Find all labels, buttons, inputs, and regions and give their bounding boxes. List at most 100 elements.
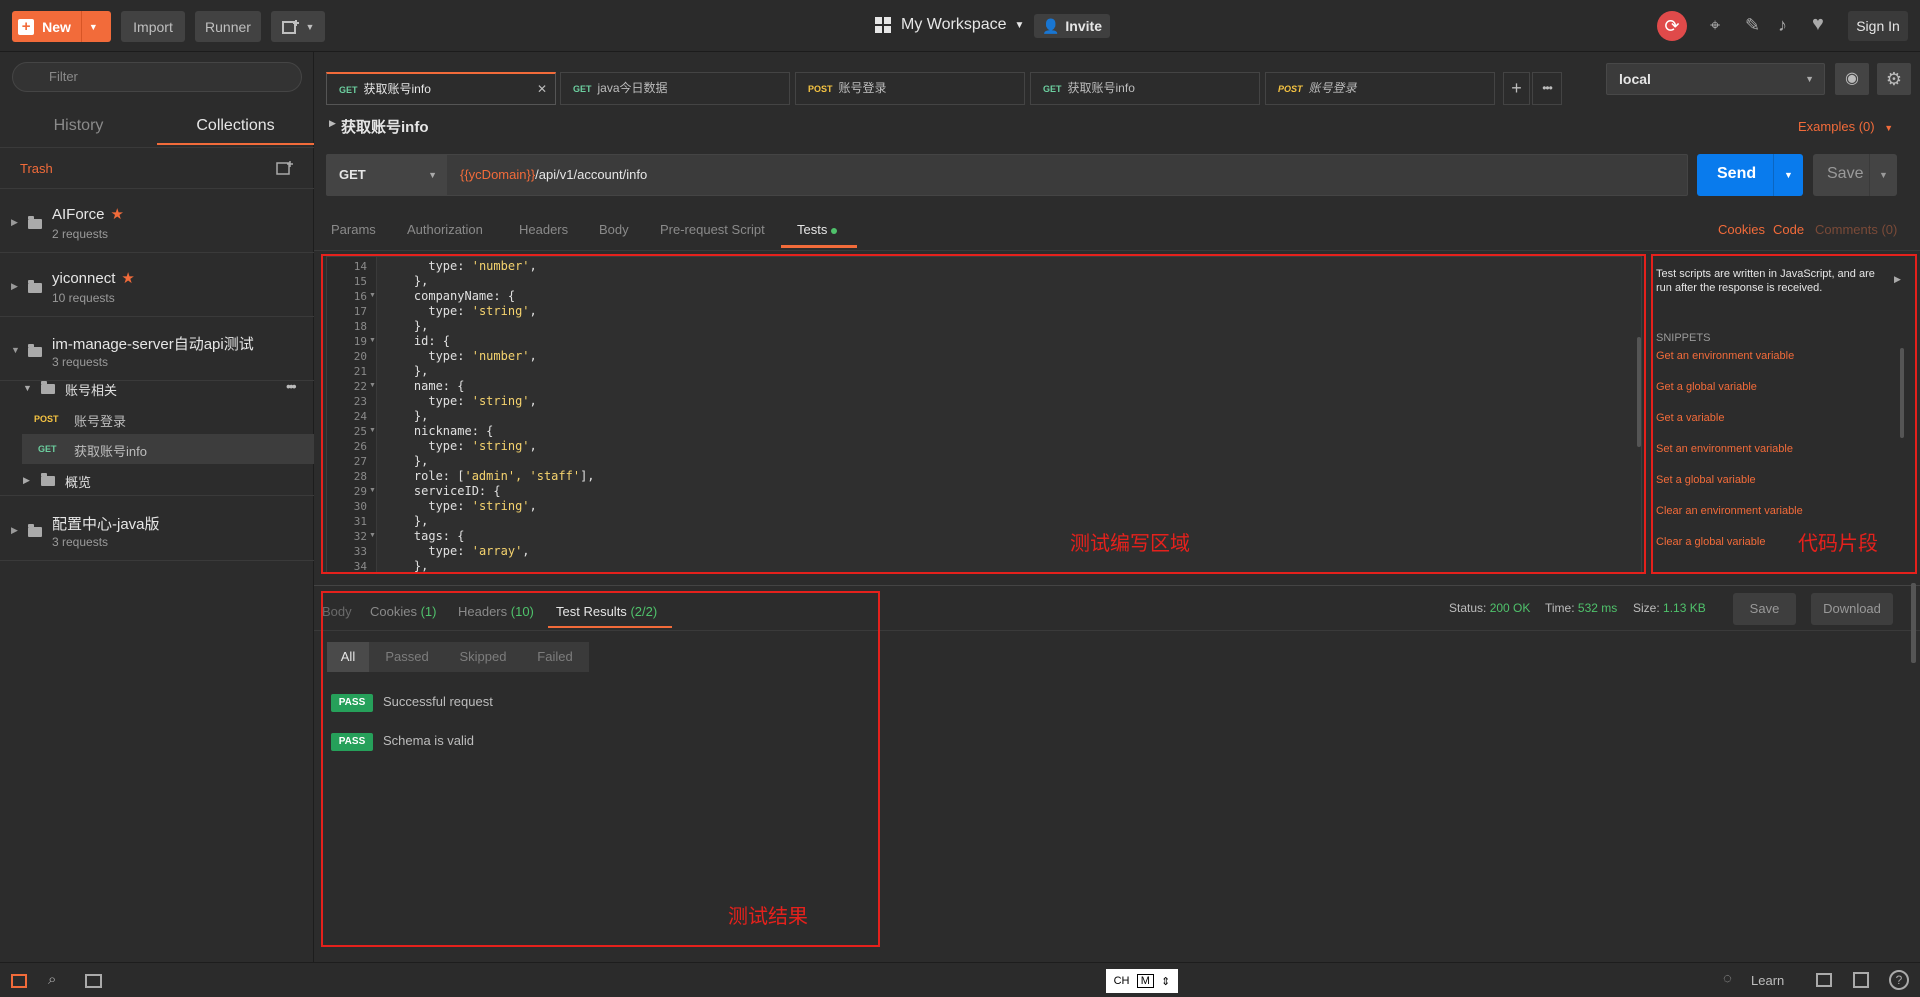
response-scrollbar[interactable] — [1911, 583, 1916, 663]
request-title[interactable]: 获取账号info — [341, 116, 429, 137]
new-window-button[interactable]: ▼ — [271, 11, 325, 42]
tab-body[interactable]: Body — [599, 222, 629, 237]
folder-icon — [28, 344, 42, 357]
folder-icon — [28, 524, 42, 537]
annotation-label-results: 测试结果 — [728, 906, 808, 928]
caret-icon: ▼ — [305, 21, 315, 32]
collection-count: 2 requests — [52, 227, 109, 241]
comments-link[interactable]: Comments (0) — [1815, 222, 1897, 237]
gear-icon[interactable]: ⚙ — [1877, 63, 1911, 95]
console-icon[interactable] — [85, 974, 102, 988]
keyboard-icon[interactable] — [1853, 972, 1869, 988]
chevron-right-icon: ▶ — [11, 525, 18, 535]
more-icon[interactable]: ••• — [286, 378, 297, 394]
collection-name: AIForce ★ — [52, 206, 124, 223]
satellite-icon[interactable]: ⌖ — [1710, 15, 1720, 36]
sync-icon[interactable]: ⟳ — [1657, 11, 1687, 41]
folder-icon — [41, 473, 55, 486]
request-tab[interactable]: POST 账号登录 — [795, 72, 1025, 105]
new-collection-icon[interactable] — [276, 160, 294, 176]
add-tab-button[interactable]: + — [1503, 72, 1530, 105]
save-dropdown-caret[interactable]: ▼ — [1869, 154, 1897, 196]
help-icon[interactable]: ? — [1889, 970, 1909, 990]
tab-authorization[interactable]: Authorization — [407, 222, 483, 237]
request-tab[interactable]: GET 获取账号info — [1030, 72, 1260, 105]
ime-arrows-icon: ⇕ — [1161, 975, 1171, 988]
bell-icon[interactable]: ♪ — [1778, 15, 1787, 36]
method-select[interactable]: GET ▼ — [327, 155, 447, 195]
tab-history[interactable]: History — [0, 107, 157, 145]
folder-account[interactable]: ▼ 账号相关 ••• — [0, 373, 314, 404]
url-path: /api/v1/account/info — [535, 167, 648, 182]
tab-label: 账号登录 — [1308, 81, 1357, 95]
tab-tests-label: Tests — [797, 222, 828, 237]
invite-button[interactable]: 👤 Invite — [1034, 14, 1110, 38]
divider — [314, 250, 1920, 251]
top-bar: + New ▼ Import Runner ▼ My Workspace ▼ 👤… — [0, 0, 1920, 52]
tab-pre-request-script[interactable]: Pre-request Script — [660, 222, 765, 237]
add-user-icon: 👤 — [1041, 17, 1060, 34]
folder-overview[interactable]: ▶ 概览 — [0, 465, 314, 496]
collection-yiconnect[interactable]: ▶ yiconnect ★ 10 requests — [0, 253, 314, 317]
collection-aiforce[interactable]: ▶ AIForce ★ 2 requests — [0, 189, 314, 253]
tab-params[interactable]: Params — [331, 222, 376, 237]
tab-collections[interactable]: Collections — [157, 107, 314, 145]
eye-icon[interactable]: ◉ — [1835, 63, 1869, 95]
chevron-right-icon: ▶ — [23, 475, 30, 485]
layout-icon[interactable] — [1816, 973, 1832, 987]
collection-count: 3 requests — [52, 535, 109, 549]
chevron-right-icon[interactable]: ▶ — [329, 118, 336, 129]
star-icon[interactable]: ★ — [111, 206, 124, 223]
ime-lang: CH — [1113, 975, 1130, 987]
method-badge: POST — [1278, 84, 1303, 94]
chevron-right-icon: ▶ — [11, 281, 18, 291]
active-tab-underline — [781, 245, 857, 248]
search-icon[interactable]: ⌕ — [48, 971, 56, 988]
new-dropdown-caret[interactable]: ▼ — [80, 11, 105, 42]
send-button[interactable]: Send ▼ — [1697, 154, 1803, 196]
trash-row: Trash — [0, 147, 314, 189]
download-button[interactable]: Download — [1811, 593, 1893, 625]
wrench-icon[interactable]: ✎ — [1745, 15, 1760, 36]
learn-link[interactable]: Learn — [1751, 973, 1784, 988]
environment-select[interactable]: local ▼ — [1606, 63, 1825, 95]
import-button[interactable]: Import — [121, 11, 185, 42]
response-save-button[interactable]: Save — [1733, 593, 1796, 625]
runner-button[interactable]: Runner — [195, 11, 261, 42]
tab-tests[interactable]: Tests — [797, 222, 837, 237]
send-dropdown-caret[interactable]: ▼ — [1773, 154, 1803, 196]
tab-headers[interactable]: Headers — [519, 222, 568, 237]
method-badge: GET — [339, 85, 358, 95]
heart-icon[interactable]: ♥ — [1812, 13, 1824, 36]
star-icon[interactable]: ★ — [121, 270, 134, 287]
request-tab-active[interactable]: GET 获取账号info ✕ — [326, 72, 556, 105]
url-input[interactable]: {{ycDomain}}/api/v1/account/info — [460, 167, 647, 182]
trash-link[interactable]: Trash — [20, 161, 53, 176]
runner-label: Runner — [205, 18, 251, 35]
request-item-active[interactable]: GET 获取账号info — [22, 434, 314, 464]
collection-im-manage[interactable]: ▼ im-manage-server自动api测试 3 requests — [0, 317, 314, 381]
collection-name: 配置中心-java版 — [52, 516, 160, 533]
workspace-switcher[interactable]: My Workspace ▼ — [875, 16, 1024, 34]
request-item[interactable]: POST 账号登录 — [22, 404, 314, 434]
tab-more-button[interactable]: ••• — [1532, 72, 1562, 105]
filter-input[interactable]: Filter — [12, 62, 302, 92]
request-tab[interactable]: POST 账号登录 — [1265, 72, 1495, 105]
cookies-link[interactable]: Cookies — [1718, 222, 1765, 237]
sign-in-button[interactable]: Sign In — [1848, 11, 1908, 41]
request-tab[interactable]: GET java今日数据 — [560, 72, 790, 105]
chevron-down-icon: ▼ — [428, 170, 437, 180]
collection-config-center[interactable]: ▶ 配置中心-java版 3 requests — [0, 497, 314, 561]
annotation-box-snippets — [1651, 254, 1917, 574]
ime-indicator[interactable]: CH M ⇕ — [1106, 969, 1178, 993]
save-button[interactable]: Save ▼ — [1813, 154, 1897, 196]
sidebar-toggle-icon[interactable] — [11, 974, 27, 988]
url-bar: GET ▼ {{ycDomain}}/api/v1/account/info — [326, 154, 1688, 196]
new-button[interactable]: + New ▼ — [12, 11, 111, 42]
collection-count: 3 requests — [52, 355, 109, 369]
folder-name: 概览 — [65, 475, 92, 490]
response-size: Size: 1.13 KB — [1633, 601, 1706, 615]
code-link[interactable]: Code — [1773, 222, 1804, 237]
examples-link[interactable]: Examples (0) ▼ — [1798, 119, 1893, 134]
close-icon[interactable]: ✕ — [537, 74, 547, 105]
